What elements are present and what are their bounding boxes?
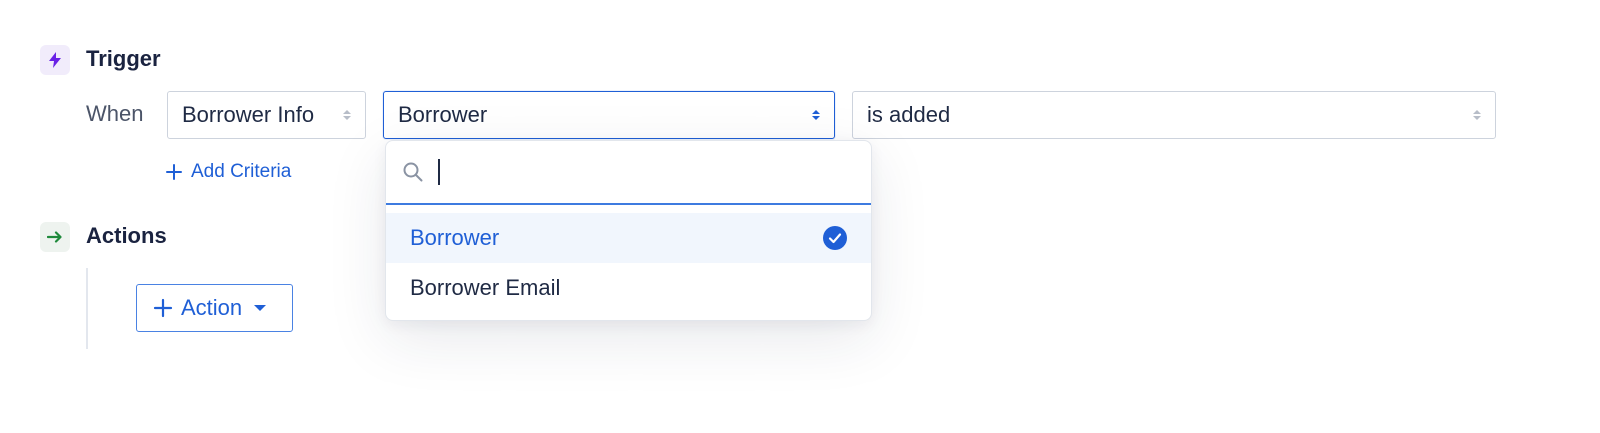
add-criteria-label: Add Criteria bbox=[191, 161, 292, 182]
condition-select[interactable]: is added bbox=[852, 91, 1496, 139]
dropdown-search-input[interactable] bbox=[454, 158, 855, 186]
sort-caret-icon bbox=[812, 110, 820, 120]
field-dropdown: Borrower Borrower Email bbox=[385, 140, 872, 321]
entity-select-value: Borrower Info bbox=[182, 102, 315, 127]
option-label: Borrower Email bbox=[410, 275, 561, 300]
arrow-right-icon bbox=[40, 222, 70, 252]
add-action-button[interactable]: Action bbox=[136, 284, 293, 332]
search-icon bbox=[403, 162, 423, 182]
field-select[interactable]: Borrower bbox=[383, 91, 835, 139]
dropdown-search bbox=[386, 141, 871, 205]
field-select-value: Borrower bbox=[398, 102, 488, 127]
entity-select[interactable]: Borrower Info bbox=[167, 91, 366, 139]
add-criteria-button[interactable]: Add Criteria bbox=[165, 161, 291, 183]
condition-select-value: is added bbox=[867, 102, 951, 127]
check-circle-icon bbox=[823, 226, 847, 250]
bolt-icon bbox=[40, 45, 70, 75]
option-label: Borrower bbox=[410, 225, 500, 250]
add-action-label: Action bbox=[181, 295, 243, 320]
trigger-title: Trigger bbox=[86, 46, 161, 71]
dropdown-option-borrower-email[interactable]: Borrower Email bbox=[386, 263, 871, 313]
sort-caret-icon bbox=[343, 110, 351, 120]
caret-down-icon bbox=[254, 305, 267, 311]
when-label: When bbox=[86, 101, 144, 126]
sort-caret-icon bbox=[1473, 110, 1481, 120]
dropdown-option-borrower[interactable]: Borrower bbox=[386, 213, 871, 263]
actions-rail bbox=[86, 268, 88, 349]
text-cursor bbox=[438, 159, 440, 185]
plus-icon bbox=[153, 298, 173, 318]
plus-icon bbox=[166, 164, 182, 180]
actions-title: Actions bbox=[86, 223, 167, 248]
